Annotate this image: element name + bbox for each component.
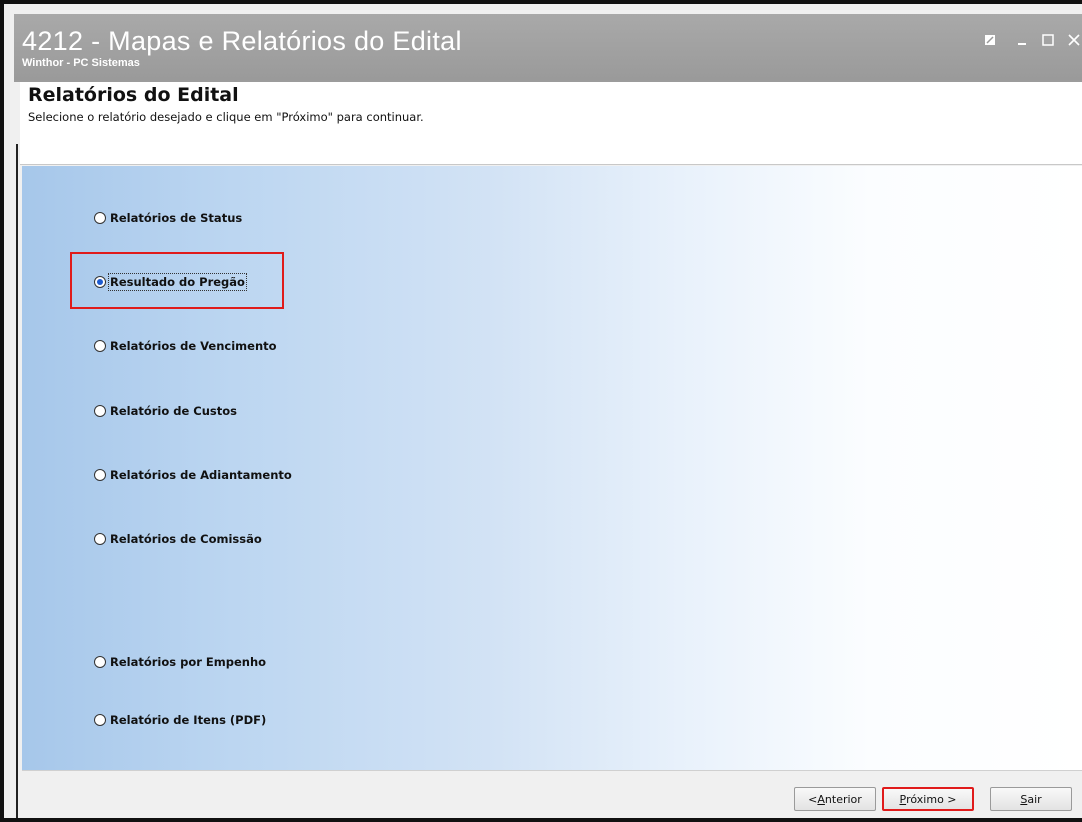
radio-button[interactable] (94, 714, 106, 726)
radio-button[interactable] (94, 340, 106, 352)
next-access-key: P (899, 792, 907, 806)
option-relatorios-de-comissao[interactable]: Relatórios de Comissão (94, 529, 262, 549)
option-label: Relatórios de Adiantamento (110, 468, 292, 482)
report-options-panel: Relatórios de Status Resultado do Pregão… (22, 166, 1082, 770)
exit-label: air (1027, 792, 1042, 806)
option-label: Resultado do Pregão (108, 273, 247, 291)
next-button[interactable]: Próximo > (882, 787, 974, 811)
maximize-icon[interactable] (1040, 31, 1056, 51)
previous-label: nterior (824, 792, 862, 806)
close-icon[interactable] (1066, 31, 1082, 51)
window-border (16, 144, 18, 818)
exit-button[interactable]: Sair (990, 787, 1072, 811)
wizard-header: Relatórios do Edital Selecione o relatór… (20, 82, 1082, 165)
option-relatorios-por-empenho[interactable]: Relatórios por Empenho (94, 652, 266, 672)
radio-button[interactable] (94, 469, 106, 481)
page-title: Relatórios do Edital (28, 84, 239, 106)
radio-button[interactable] (94, 656, 106, 668)
radio-button[interactable] (94, 212, 106, 224)
previous-button[interactable]: < Anterior (794, 787, 876, 811)
radio-button[interactable] (94, 533, 106, 545)
option-relatorio-de-custos[interactable]: Relatório de Custos (94, 401, 237, 421)
radio-button-selected[interactable] (94, 276, 106, 288)
app-window: 4212 - Mapas e Relatórios do Edital Wint… (0, 0, 1082, 822)
option-relatorios-de-adiantamento[interactable]: Relatórios de Adiantamento (94, 465, 292, 485)
option-label: Relatórios de Status (110, 211, 243, 225)
wizard-footer: < Anterior Próximo > Sair (22, 770, 1082, 818)
option-label: Relatório de Custos (110, 404, 238, 418)
radio-button[interactable] (94, 405, 106, 417)
previous-access-key: A (817, 792, 825, 806)
minimize-icon[interactable] (1014, 31, 1030, 51)
previous-prefix: < (808, 792, 818, 806)
option-label: Relatório de Itens (PDF) (110, 713, 267, 727)
restore-icon[interactable] (982, 31, 998, 51)
option-resultado-do-pregao[interactable]: Resultado do Pregão (94, 272, 247, 292)
option-label: Relatórios de Comissão (110, 532, 262, 546)
page-description: Selecione o relatório desejado e clique … (28, 110, 424, 124)
window-title: 4212 - Mapas e Relatórios do Edital (22, 26, 462, 56)
option-relatorios-de-vencimento[interactable]: Relatórios de Vencimento (94, 336, 277, 356)
next-label: róximo > (906, 792, 957, 806)
option-label: Relatórios por Empenho (110, 655, 267, 669)
option-label: Relatórios de Vencimento (110, 339, 277, 353)
option-relatorios-de-status[interactable]: Relatórios de Status (94, 208, 242, 228)
exit-access-key: S (1020, 792, 1028, 806)
option-relatorio-de-itens-pdf[interactable]: Relatório de Itens (PDF) (94, 710, 266, 730)
window-subtitle: Winthor - PC Sistemas (22, 57, 140, 69)
title-bar[interactable]: 4212 - Mapas e Relatórios do Edital Wint… (14, 14, 1082, 82)
